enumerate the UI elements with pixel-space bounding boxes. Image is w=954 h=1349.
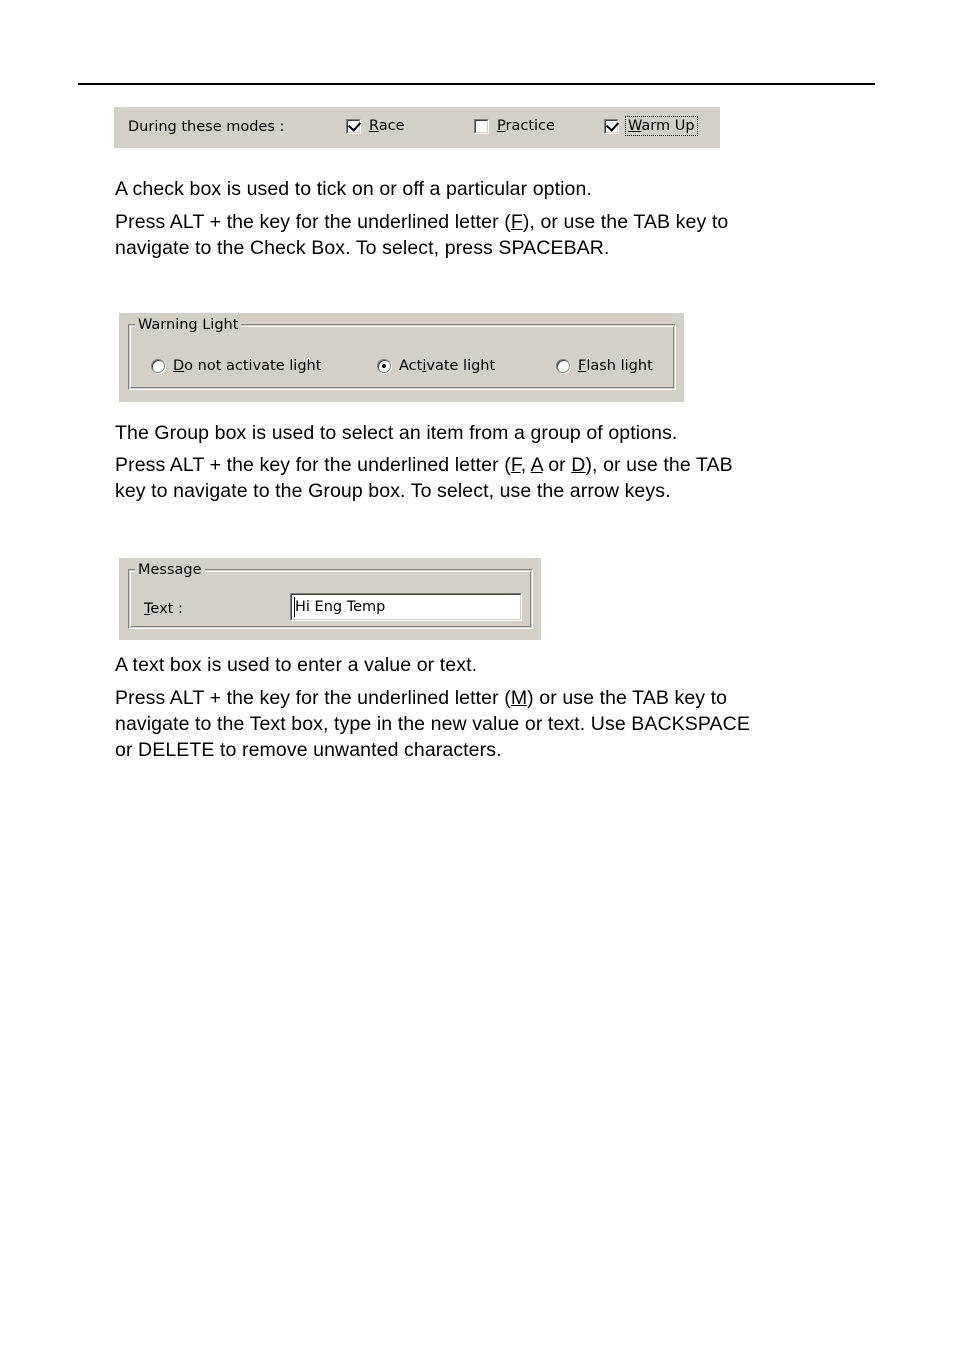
textbox-instruction-paragraph: Press ALT + the key for the underlined l…	[115, 685, 890, 763]
groupbox-inner-bevel	[130, 326, 674, 388]
groupbox-instruction-part3: key to navigate to the Group box. To sel…	[115, 480, 671, 502]
accel-letter-w: W	[628, 118, 642, 134]
textbox-instruction-part1: Press ALT + the key for the underlined l…	[115, 687, 511, 709]
checkbox-dialog-panel: During these modes : Race Practice Warm …	[114, 107, 720, 148]
groupbox-instruction-part2: ), or use the TAB	[585, 454, 733, 476]
check-tick-icon	[347, 117, 362, 132]
message-legend: Message	[135, 563, 205, 577]
checkbox-race-label-rest: ace	[378, 118, 405, 134]
groupbox-instruction-paragraph: Press ALT + the key for the underlined l…	[115, 452, 885, 504]
groupbox-description-line1: The Group box is used to select an item …	[115, 422, 678, 444]
checkbox-race[interactable]: Race	[346, 117, 405, 134]
checkbox-practice-label: Practice	[497, 118, 555, 134]
checkbox-race-box[interactable]	[346, 117, 362, 134]
checkbox-warm-up-label: Warm Up	[625, 116, 698, 136]
textbox-instruction-part4: or DELETE to remove unwanted characters.	[115, 739, 502, 761]
accel-letter-r: R	[369, 118, 379, 134]
radio-label-prefix-1: Act	[399, 358, 423, 374]
checkbox-warm-up-box[interactable]	[604, 117, 620, 134]
radio-flash-light-label: Flash light	[578, 358, 653, 374]
accel-letter-a: A	[530, 454, 543, 476]
accel-letter-m: M	[510, 687, 528, 709]
checkbox-instruction-part2: ), or use the TAB key to	[522, 211, 729, 233]
checkbox-prompt-label: During these modes :	[128, 119, 285, 135]
checkbox-practice-box[interactable]	[474, 118, 489, 134]
textbox-instruction-part2: ) or use the TAB key to	[527, 687, 728, 709]
checkbox-instruction-paragraph: Press ALT + the key for the underlined l…	[115, 209, 875, 261]
checkbox-race-label: Race	[369, 118, 405, 134]
radio-flash-light[interactable]: Flash light	[556, 358, 653, 374]
checkbox-warm-up-label-rest: arm Up	[641, 118, 695, 134]
checkbox-practice-label-rest: ractice	[505, 118, 555, 134]
groupbox-instruction-sep2: or	[542, 454, 572, 476]
radio-selected-dot-icon	[382, 364, 386, 368]
accel-letter-p: P	[497, 118, 506, 134]
radio-activate-light[interactable]: Activate light	[377, 358, 495, 374]
checkbox-instruction-part1: Press ALT + the key for the underlined l…	[115, 211, 511, 233]
radio-do-not-activate-light-label: Do not activate light	[173, 358, 321, 374]
radio-label-suffix-1: vate light	[426, 358, 496, 374]
check-tick-icon	[605, 117, 620, 132]
radio-label-rest-0: o not activate light	[184, 358, 322, 374]
checkbox-instruction-part3: navigate to the Check Box. To select, pr…	[115, 237, 610, 259]
groupbox-instruction-part1: Press ALT + the key for the underlined l…	[115, 454, 511, 476]
radio-flash-light-circle[interactable]	[556, 359, 570, 373]
accel-letter-d: D	[173, 358, 185, 374]
warning-light-groupbox	[128, 324, 676, 390]
radio-do-not-activate-light-circle[interactable]	[151, 359, 165, 373]
textbox-dialog-panel: Message Text : Hi Eng Temp	[119, 558, 541, 640]
checkbox-description-line1: A check box is used to tick on or off a …	[115, 178, 592, 200]
page-header-rule	[78, 83, 875, 85]
textbox-description-line1: A text box is used to enter a value or t…	[115, 654, 478, 676]
message-text-label: Text :	[144, 601, 183, 617]
accel-letter-f3: F	[510, 454, 521, 476]
accel-letter-d2: D	[571, 454, 586, 476]
checkbox-warm-up[interactable]: Warm Up	[604, 116, 698, 136]
textbox-instruction-part3: navigate to the Text box, type in the ne…	[115, 713, 750, 735]
warning-light-legend: Warning Light	[135, 318, 242, 332]
message-text-label-rest: ext :	[150, 601, 183, 617]
groupbox-instruction-sep1: ,	[520, 454, 531, 476]
groupbox-dialog-panel: Warning Light Do not activate light Acti…	[119, 313, 684, 402]
radio-do-not-activate-light[interactable]: Do not activate light	[151, 358, 321, 374]
radio-activate-light-circle[interactable]	[377, 359, 391, 373]
message-text-input[interactable]: Hi Eng Temp	[290, 593, 522, 621]
radio-label-rest-2: lash light	[586, 358, 653, 374]
radio-activate-light-label: Activate light	[399, 358, 495, 374]
accel-letter-f: F	[510, 211, 523, 233]
checkbox-practice[interactable]: Practice	[474, 118, 555, 134]
message-text-input-value: Hi Eng Temp	[295, 599, 386, 615]
